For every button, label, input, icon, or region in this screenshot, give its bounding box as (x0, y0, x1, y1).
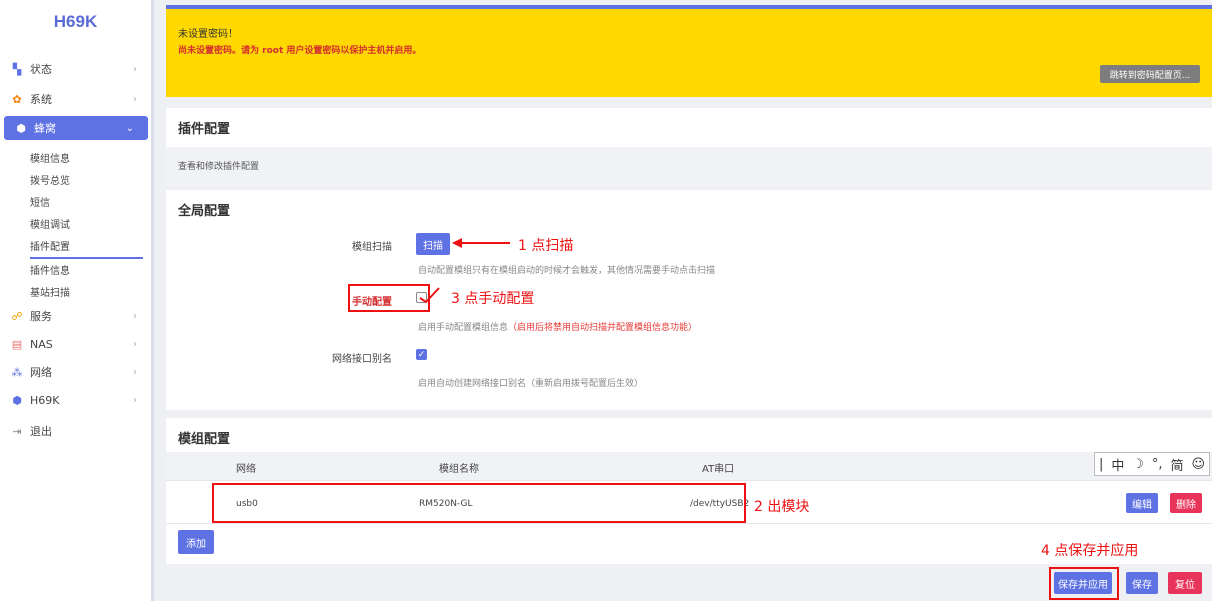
password-warning-banner: 未设置密码！ 尚未设置密码。请为 root 用户设置密码以保护主机并启用。 跳转… (166, 5, 1212, 97)
banner-message: 尚未设置密码。请为 root 用户设置密码以保护主机并启用。 (178, 46, 422, 56)
annotation-step-2: 2 出模块 (754, 499, 810, 515)
smiley-icon[interactable]: ☺ (1191, 457, 1205, 472)
scan-button[interactable]: 扫描 (416, 233, 450, 255)
page-title: 插件配置 (178, 122, 231, 137)
page-description: 查看和修改插件配置 (166, 147, 1212, 187)
sidebar-item-cellular[interactable]: ⬢ 蜂窝 ⌄ (4, 116, 148, 140)
annotation-box-module-row (212, 483, 746, 523)
delete-button[interactable]: 删除 (1170, 493, 1202, 513)
chevron-right-icon: › (133, 93, 137, 105)
chevron-down-icon: ⌄ (125, 122, 134, 134)
link-icon: ☍ (11, 309, 23, 323)
annotation-step-3: 3 点手动配置 (451, 291, 535, 307)
sidebar-item-services[interactable]: ☍ 服务 › (0, 305, 151, 327)
sidebar-item-status[interactable]: ▚ 状态 › (0, 58, 151, 80)
sidebar-item-nas[interactable]: ▤ NAS › (0, 333, 151, 355)
cellular-icon: ⬢ (12, 393, 22, 407)
subitem-dial-overview[interactable]: 拨号总览 (30, 172, 70, 187)
chevron-right-icon: › (133, 63, 137, 75)
gear-icon: ✿ (12, 92, 22, 106)
ime-simplified-toggle[interactable]: 简 (1170, 455, 1183, 474)
logout-icon: ⇥ (12, 424, 22, 438)
network-icon: ⁂ (11, 365, 23, 379)
subitem-cell-scan[interactable]: 基站扫描 (30, 284, 70, 299)
annotation-box-save-apply (1049, 567, 1119, 600)
column-header-at-port: AT串口 (702, 464, 735, 475)
sidebar: H69K ▚ 状态 › ✿ 系统 › ⬢ 蜂窝 ⌄ 模组信息 拨号总览 短信 模… (0, 0, 154, 601)
subitem-sms[interactable]: 短信 (30, 194, 50, 209)
add-button[interactable]: 添加 (178, 530, 214, 554)
section-title: 全局配置 (178, 204, 231, 219)
ime-toolbar[interactable]: | 中 ☽ °, 简 ☺ (1094, 452, 1210, 476)
goto-password-button[interactable]: 跳转到密码配置页... (1100, 65, 1200, 83)
sidebar-item-network[interactable]: ⁂ 网络 › (0, 361, 151, 383)
sidebar-item-h69k[interactable]: ⬢ H69K › (0, 389, 151, 411)
interface-alias-label: 网络接口别名 (332, 354, 392, 365)
reset-button[interactable]: 复位 (1168, 572, 1202, 594)
interface-alias-checkbox[interactable]: ✓ (416, 349, 427, 360)
banner-title: 未设置密码！ (178, 29, 238, 40)
subitem-module-info[interactable]: 模组信息 (30, 150, 70, 165)
brand-logo: H69K (53, 12, 98, 31)
manual-config-hint: 启用手动配置模组信息（启用后将禁用自动扫描并配置模组信息功能） (418, 323, 698, 333)
interface-alias-hint: 启用自动创建网络接口别名（重新启用拨号配置后生效） (418, 379, 644, 389)
annotation-arrow (452, 238, 510, 248)
global-config-panel: 全局配置 模组扫描 扫描 自动配置模组只有在模组启动的时候才会触发，其他情况需要… (166, 190, 1212, 410)
sidebar-item-system[interactable]: ✿ 系统 › (0, 88, 151, 110)
dashboard-icon: ▚ (12, 62, 22, 76)
table-header (166, 452, 1212, 480)
edit-button[interactable]: 编辑 (1126, 493, 1158, 513)
annotation-checkmark (419, 287, 440, 304)
manual-config-label: 手动配置 (352, 297, 392, 308)
annotation-step-1: 1 点扫描 (518, 238, 574, 254)
scan-label: 模组扫描 (352, 242, 392, 253)
column-header-module-name: 模组名称 (439, 464, 479, 475)
subitem-plugin-info[interactable]: 插件信息 (30, 262, 70, 277)
cursor-icon: | (1098, 456, 1104, 472)
chevron-right-icon: › (133, 366, 137, 378)
chevron-right-icon: › (133, 394, 137, 406)
subitem-plugin-config[interactable]: 插件配置 (30, 238, 143, 259)
storage-icon: ▤ (11, 337, 23, 351)
scan-hint: 自动配置模组只有在模组启动的时候才会触发，其他情况需要手动点击扫描 (418, 266, 716, 276)
sidebar-item-logout[interactable]: ⇥ 退出 (0, 420, 151, 442)
moon-icon[interactable]: ☽ (1132, 457, 1144, 472)
subitem-module-debug[interactable]: 模组调试 (30, 216, 70, 231)
chevron-right-icon: › (133, 310, 137, 322)
plugin-config-panel: 插件配置 查看和修改插件配置 (166, 108, 1212, 187)
chevron-right-icon: › (133, 338, 137, 350)
ime-chinese-toggle[interactable]: 中 (1111, 455, 1124, 474)
cellular-icon: ⬢ (16, 121, 26, 135)
punctuation-icon[interactable]: °, (1152, 457, 1163, 472)
column-header-network: 网络 (236, 464, 256, 475)
save-button[interactable]: 保存 (1126, 572, 1158, 594)
annotation-step-4: 4 点保存并应用 (1041, 543, 1139, 559)
